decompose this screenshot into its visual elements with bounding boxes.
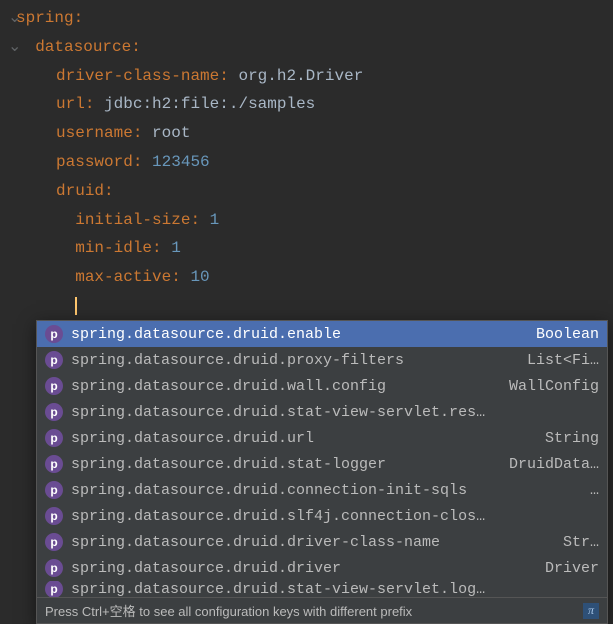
code-line: url: jdbc:h2:file:./samples xyxy=(0,90,613,119)
autocomplete-type: Driver xyxy=(545,560,599,577)
property-icon: p xyxy=(45,533,63,551)
yaml-value: 123456 xyxy=(152,153,210,171)
autocomplete-label: spring.datasource.druid.connection-init-… xyxy=(71,482,582,499)
yaml-value: 10 xyxy=(190,268,209,286)
autocomplete-type: Str… xyxy=(563,534,599,551)
autocomplete-label: spring.datasource.druid.slf4j.connection… xyxy=(71,508,599,525)
yaml-key: password xyxy=(56,153,133,171)
autocomplete-item[interactable]: p spring.datasource.druid.wall.config Wall… xyxy=(37,373,607,399)
yaml-value: root xyxy=(152,124,190,142)
autocomplete-label: spring.datasource.druid.stat-logger xyxy=(71,456,501,473)
code-line: druid: xyxy=(0,177,613,206)
property-icon: p xyxy=(45,455,63,473)
autocomplete-label: spring.datasource.druid.enable xyxy=(71,326,528,343)
code-line: ⌄ datasource: xyxy=(0,33,613,62)
fold-icon[interactable]: ⌄ xyxy=(8,4,16,33)
yaml-key: initial-size xyxy=(75,211,190,229)
code-line: initial-size: 1 xyxy=(0,206,613,235)
property-icon: p xyxy=(45,403,63,421)
autocomplete-item[interactable]: p spring.datasource.druid.url String xyxy=(37,425,607,451)
autocomplete-type: DruidData… xyxy=(509,456,599,473)
code-line: username: root xyxy=(0,119,613,148)
property-icon: p xyxy=(45,351,63,369)
yaml-key: url xyxy=(56,95,85,113)
autocomplete-item[interactable]: p spring.datasource.druid.proxy-filters Li… xyxy=(37,347,607,373)
yaml-value: org.h2.Driver xyxy=(238,67,363,85)
autocomplete-item[interactable]: p spring.datasource.druid.slf4j.connectio… xyxy=(37,503,607,529)
autocomplete-type: Boolean xyxy=(536,326,599,343)
autocomplete-label: spring.datasource.druid.proxy-filters xyxy=(71,352,519,369)
autocomplete-item[interactable]: p spring.datasource.druid.driver-class-na… xyxy=(37,529,607,555)
code-editor[interactable]: ⌄spring: ⌄ datasource: driver-class-name… xyxy=(0,0,613,325)
property-icon: p xyxy=(45,507,63,525)
autocomplete-item[interactable]: p spring.datasource.druid.connection-init… xyxy=(37,477,607,503)
yaml-key: max-active xyxy=(75,268,171,286)
autocomplete-type: String xyxy=(545,430,599,447)
yaml-key: min-idle xyxy=(75,239,152,257)
property-icon: p xyxy=(45,559,63,577)
autocomplete-popup[interactable]: pspring.datasource.druid.enableBooleanps… xyxy=(36,320,608,624)
text-cursor xyxy=(75,297,77,315)
autocomplete-label: spring.datasource.druid.wall.config xyxy=(71,378,501,395)
code-line: min-idle: 1 xyxy=(0,234,613,263)
yaml-key: driver-class-name xyxy=(56,67,219,85)
autocomplete-label: spring.datasource.druid.driver xyxy=(71,560,537,577)
autocomplete-hint-text: Press Ctrl+空格 to see all configuration k… xyxy=(45,601,583,620)
code-line: max-active: 10 xyxy=(0,263,613,292)
property-icon: p xyxy=(45,377,63,395)
code-line: password: 123456 xyxy=(0,148,613,177)
yaml-value: 1 xyxy=(210,211,220,229)
yaml-value: 1 xyxy=(171,239,181,257)
yaml-key: datasource xyxy=(35,38,131,56)
fold-icon[interactable]: ⌄ xyxy=(8,33,16,62)
property-icon: p xyxy=(45,429,63,447)
autocomplete-item[interactable]: p spring.datasource.druid.stat-view-servl… xyxy=(37,581,607,597)
autocomplete-item[interactable]: p spring.datasource.druid.driver Driver xyxy=(37,555,607,581)
autocomplete-label: spring.datasource.druid.stat-view-servle… xyxy=(71,581,599,597)
autocomplete-type: … xyxy=(590,482,599,499)
autocomplete-type: List<Fi… xyxy=(527,352,599,369)
autocomplete-item[interactable]: p spring.datasource.druid.stat-view-servl… xyxy=(37,399,607,425)
code-line: driver-class-name: org.h2.Driver xyxy=(0,62,613,91)
autocomplete-label: spring.datasource.druid.driver-class-nam… xyxy=(71,534,555,551)
yaml-value: jdbc:h2:file:./samples xyxy=(104,95,315,113)
autocomplete-label: spring.datasource.druid.url xyxy=(71,430,537,447)
autocomplete-hint-bar: Press Ctrl+空格 to see all configuration k… xyxy=(37,597,607,623)
yaml-key: spring xyxy=(16,9,74,27)
autocomplete-label: spring.datasource.druid.stat-view-servle… xyxy=(71,404,599,421)
yaml-key: username xyxy=(56,124,133,142)
property-icon: p xyxy=(45,581,63,597)
autocomplete-item[interactable]: p spring.datasource.druid.stat-logger Drui… xyxy=(37,451,607,477)
code-line-cursor xyxy=(0,292,613,321)
property-icon: p xyxy=(45,481,63,499)
autocomplete-item[interactable]: p spring.datasource.druid.enable Boolean xyxy=(37,321,607,347)
autocomplete-type: WallConfig xyxy=(509,378,599,395)
yaml-key: druid xyxy=(56,182,104,200)
code-line: ⌄spring: xyxy=(0,4,613,33)
property-icon: p xyxy=(45,325,63,343)
pi-icon[interactable]: π xyxy=(583,603,599,619)
